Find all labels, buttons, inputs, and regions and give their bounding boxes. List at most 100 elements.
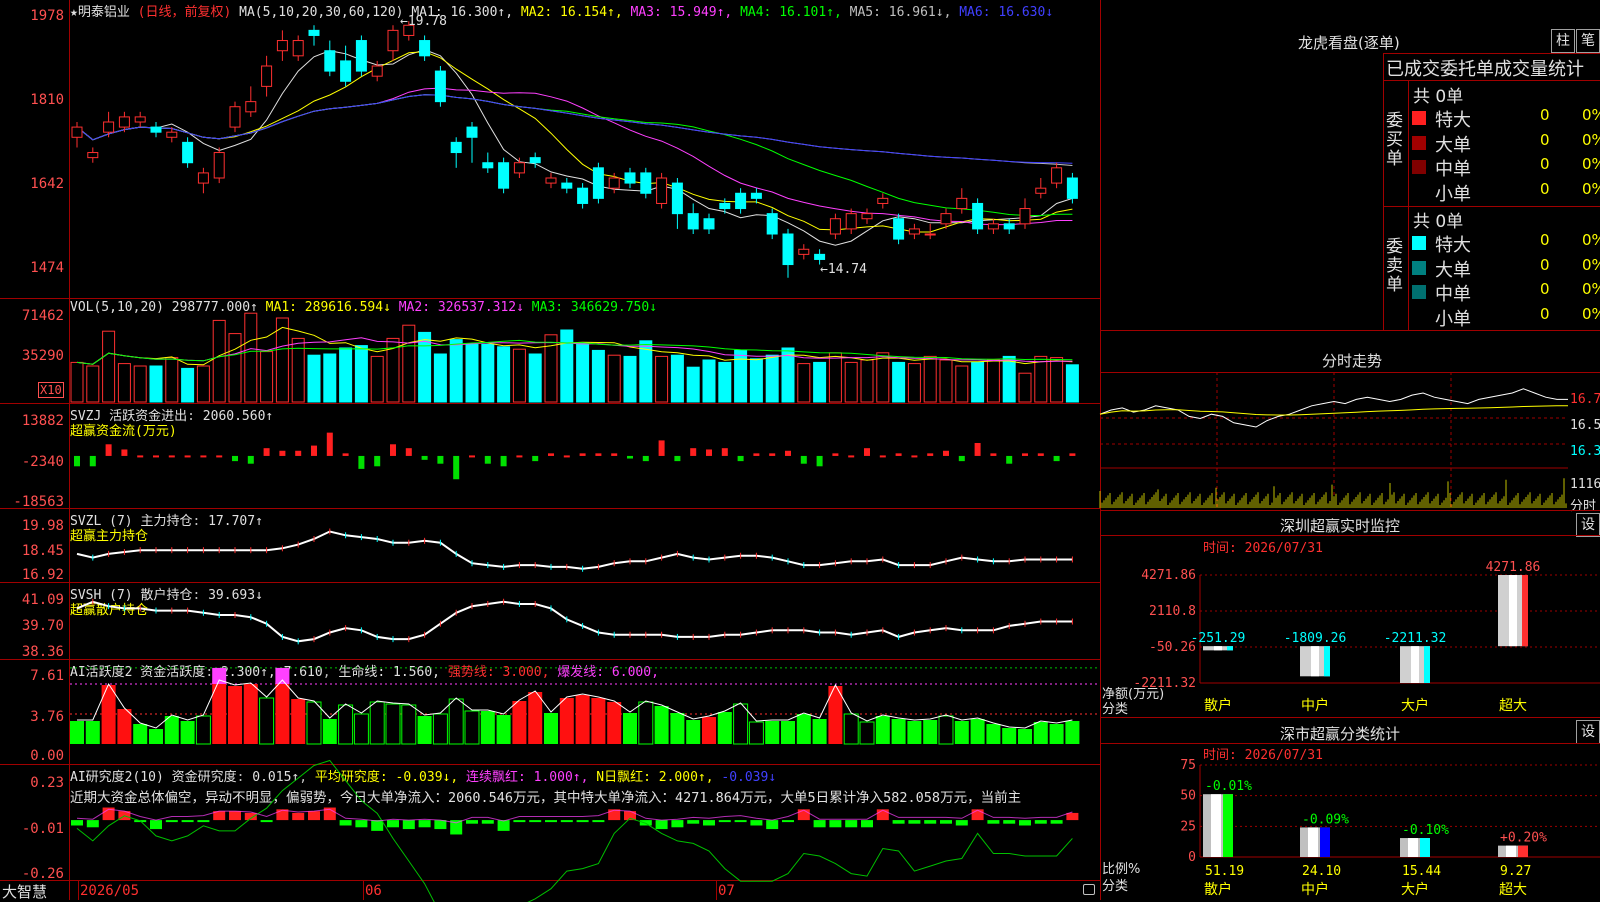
candle-body xyxy=(167,132,177,137)
volume-bar xyxy=(592,350,604,402)
sell-row-color-swatch xyxy=(1412,285,1426,299)
tick-view-button[interactable]: 笔 xyxy=(1576,29,1600,53)
fund-flow-bar xyxy=(848,455,854,457)
class-bar-highlight xyxy=(1308,827,1318,857)
activity-bar xyxy=(907,721,921,744)
fund-flow-bar xyxy=(106,444,112,456)
fund-flow-bar xyxy=(548,453,554,456)
activity-bar xyxy=(275,681,289,744)
candle-body xyxy=(1020,209,1030,224)
candlestick-chart[interactable] xyxy=(70,0,1100,298)
class-change-label: -0.01% xyxy=(1205,779,1252,794)
volume-bar xyxy=(466,344,478,402)
research-bar xyxy=(1035,820,1047,824)
candle-body xyxy=(341,61,351,81)
class-x-title: 分类 xyxy=(1102,875,1128,894)
candle-body xyxy=(514,163,524,173)
ma-line-5 xyxy=(77,95,1072,166)
volume-bar xyxy=(908,364,920,402)
volume-bar xyxy=(150,366,162,402)
activity-bar xyxy=(165,716,179,744)
volume-bar xyxy=(1066,365,1078,402)
classification-chart[interactable]: 7550250-0.01%51.19散户-0.09%24.10中户-0.10%1… xyxy=(1100,760,1600,900)
monitor-y-tick: 4271.86 xyxy=(1141,568,1196,583)
candle-body xyxy=(815,254,825,259)
monitor-settings-button[interactable]: 设 xyxy=(1576,513,1600,537)
tick-jun xyxy=(363,880,364,900)
monitor-y-tick: 2110.8 xyxy=(1149,604,1196,619)
class-settings-button[interactable]: 设 xyxy=(1576,720,1600,744)
activity-chart[interactable] xyxy=(70,660,1100,764)
volume-bar xyxy=(577,343,589,402)
fund-flow-bar xyxy=(169,455,175,457)
intraday-title: 分时走势 xyxy=(1322,350,1382,371)
ma-line-1 xyxy=(77,50,1072,246)
volume-bar xyxy=(671,355,683,402)
fund-flow-bar xyxy=(358,456,364,469)
order-box-mid xyxy=(1408,80,1409,330)
candle-body xyxy=(657,178,667,203)
activity-bar xyxy=(512,701,526,744)
activity-bar xyxy=(749,722,763,744)
lock-icon[interactable] xyxy=(1083,884,1095,895)
activity-bar xyxy=(1034,722,1048,744)
fund-flow-bar xyxy=(327,433,333,456)
research-bar xyxy=(87,820,99,827)
volume-bar xyxy=(814,362,826,402)
main-force-position-chart[interactable] xyxy=(70,509,1100,582)
volume-ma-line xyxy=(77,327,1072,364)
intraday-chart[interactable] xyxy=(1100,372,1568,510)
bar-view-button[interactable]: 柱 xyxy=(1551,29,1575,53)
svzj-tick-2: -2340 xyxy=(0,454,64,470)
activity-bar xyxy=(307,702,321,744)
research-bar xyxy=(261,820,273,822)
monitor-top-line xyxy=(1100,510,1600,511)
fund-flow-bar xyxy=(311,446,317,456)
research-bar xyxy=(371,820,383,831)
class-value-label: 24.10 xyxy=(1302,864,1341,879)
main-force-line xyxy=(77,532,1072,569)
candle-body xyxy=(388,30,398,50)
buy-row-pct: 0% xyxy=(1582,180,1600,198)
activity-bar xyxy=(260,698,274,744)
realtime-monitor-chart[interactable]: 4271.862110.8-50.26-2211.32-251.29散户-180… xyxy=(1100,555,1600,715)
class-category-label: 大户 xyxy=(1401,881,1429,898)
retail-position-chart[interactable] xyxy=(70,583,1100,659)
candle-body xyxy=(751,193,761,198)
monitor-bar-highlight xyxy=(1509,575,1517,646)
research-bar xyxy=(482,820,494,824)
candle-body xyxy=(372,66,382,76)
volume-chart[interactable] xyxy=(70,299,1100,403)
research-bar xyxy=(545,820,557,822)
fund-flow-bar xyxy=(406,448,412,456)
research-bar xyxy=(340,820,352,825)
fund-flow-bar xyxy=(990,453,996,456)
research-chart[interactable] xyxy=(70,765,1100,880)
candle-body xyxy=(119,117,129,127)
activity-bar xyxy=(70,721,84,744)
class-category-label: 超大 xyxy=(1499,882,1527,898)
research-bar xyxy=(972,809,984,820)
intra-tick-1: 16.77 xyxy=(1570,392,1600,407)
fund-flow-bar xyxy=(516,455,522,457)
candle-body xyxy=(625,173,635,183)
class-change-label: -0.09% xyxy=(1302,812,1349,827)
class-bar-edge xyxy=(1223,794,1233,857)
candle-body xyxy=(309,30,319,35)
volume-bar xyxy=(276,318,288,402)
fund-flow-chart[interactable] xyxy=(70,404,1100,508)
sell-row-label: 特大 xyxy=(1435,231,1471,257)
fund-flow-bar xyxy=(1006,456,1012,464)
fund-flow-bar xyxy=(216,455,222,457)
research-bar xyxy=(924,820,936,824)
candle-body xyxy=(293,41,303,56)
research-bar xyxy=(419,820,431,827)
activity-burst-cap xyxy=(275,668,289,684)
activity-line xyxy=(77,680,1072,728)
y-tick-1978: 1978 xyxy=(0,8,64,24)
research-bar xyxy=(1066,813,1078,820)
research-bar xyxy=(798,809,810,820)
order-box-left xyxy=(1383,53,1384,330)
volume-bar xyxy=(261,352,273,402)
intra-vol-label: 11167 xyxy=(1570,477,1600,492)
